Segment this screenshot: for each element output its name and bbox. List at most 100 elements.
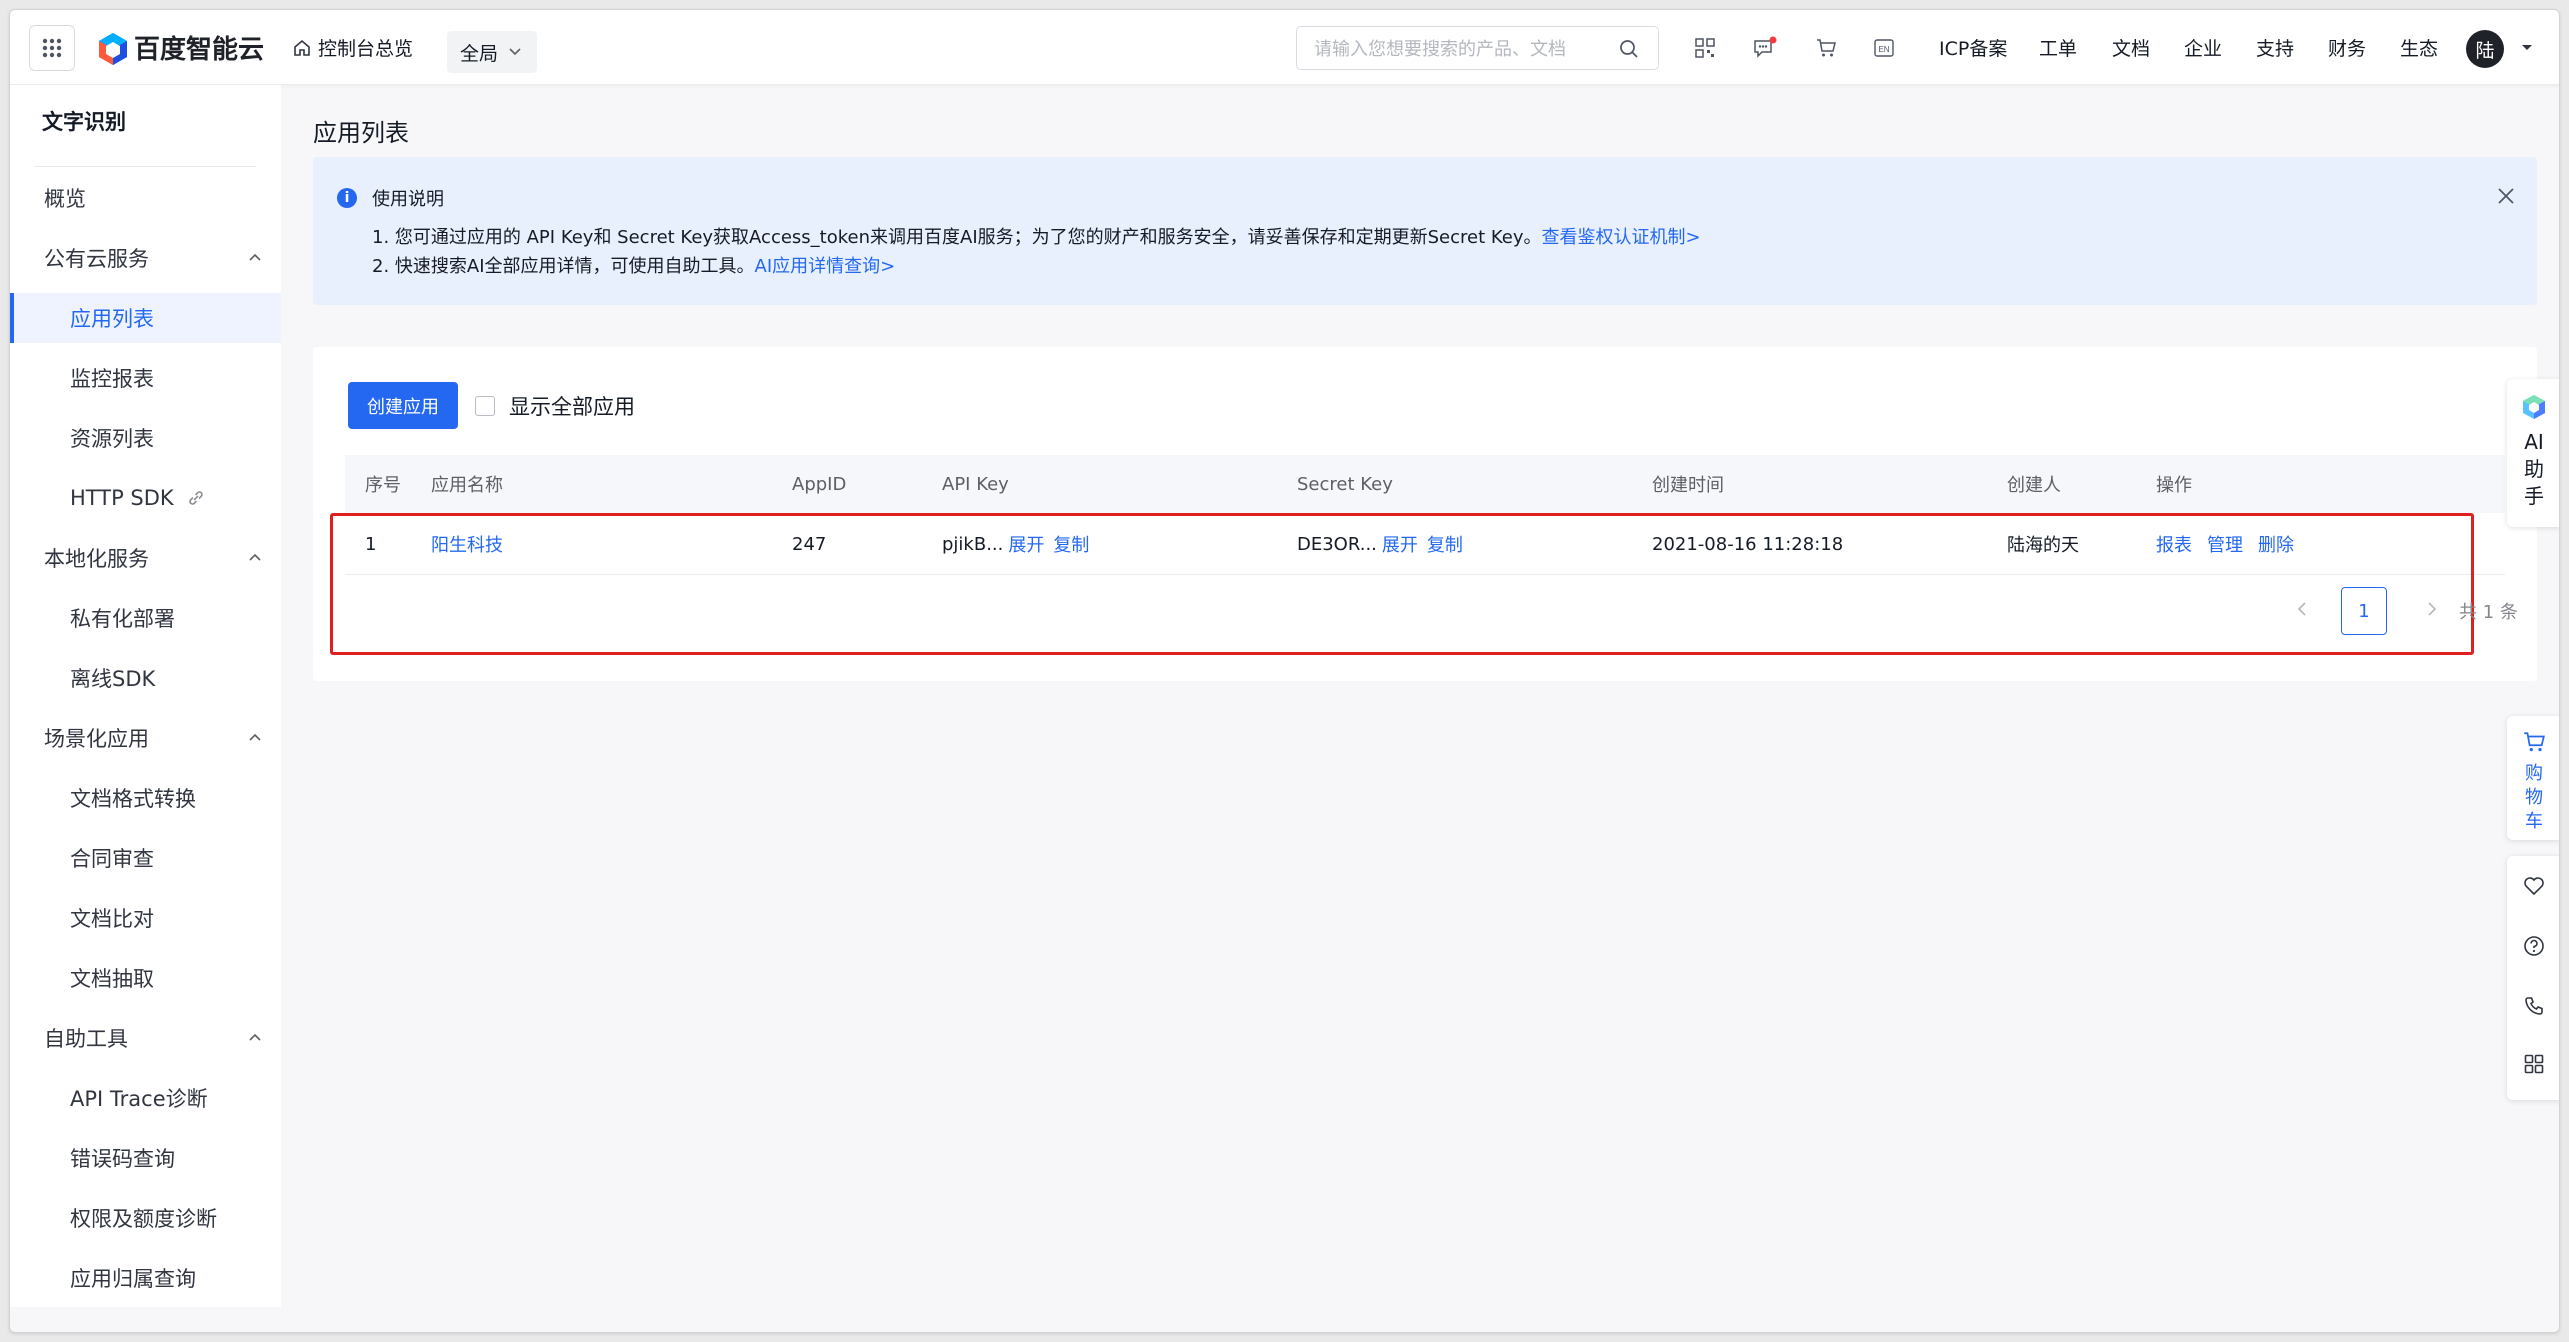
- top-navbar: 百度智能云 控制台总览 全局 请输入您想要搜索的产品、文档 EN ICP备案 工…: [10, 10, 2559, 85]
- sidebar-item-label: 文档抽取: [70, 967, 154, 991]
- sidebar-group-public-cloud[interactable]: 公有云服务: [10, 233, 281, 283]
- sidebar-item-label: 监控报表: [70, 367, 154, 391]
- nav-ecosystem[interactable]: 生态: [2400, 10, 2438, 85]
- apps-menu-button[interactable]: [29, 25, 75, 71]
- col-index: 序号: [365, 475, 401, 496]
- col-app-name: 应用名称: [431, 475, 503, 496]
- sidebar-title: 文字识别: [42, 110, 126, 134]
- sidebar-item-doc-compare[interactable]: 文档比对: [10, 893, 281, 943]
- sidebar-item-private-deploy[interactable]: 私有化部署: [10, 593, 281, 643]
- cart-float-button[interactable]: 购物车: [2507, 716, 2559, 840]
- chevron-up-icon: [249, 1033, 261, 1041]
- notice-title: 使用说明: [372, 189, 444, 210]
- checkbox-box[interactable]: [475, 395, 495, 416]
- cell-index: 1: [365, 533, 377, 555]
- sidebar-item-label: 文档格式转换: [70, 787, 196, 811]
- nav-icp[interactable]: ICP备案: [1939, 10, 2007, 85]
- chevron-up-icon: [249, 553, 261, 561]
- chevron-right-icon[interactable]: [2421, 599, 2441, 619]
- col-creator: 创建人: [2007, 475, 2061, 496]
- show-all-apps-checkbox[interactable]: 显示全部应用: [475, 382, 635, 429]
- cell-actions: 报表 管理 删除: [2156, 513, 2294, 575]
- app-name-link[interactable]: 阳生科技: [431, 531, 503, 557]
- sidebar-item-doc-convert[interactable]: 文档格式转换: [10, 773, 281, 823]
- search-placeholder: 请输入您想要搜索的产品、文档: [1314, 39, 1566, 60]
- app-detail-query-link[interactable]: AI应用详情查询>: [755, 256, 896, 277]
- manage-link[interactable]: 管理: [2207, 531, 2243, 557]
- delete-link[interactable]: 删除: [2258, 531, 2294, 557]
- sidebar-item-api-trace[interactable]: API Trace诊断: [10, 1073, 281, 1123]
- scope-select[interactable]: 全局: [447, 31, 537, 73]
- col-created: 创建时间: [1652, 475, 1724, 496]
- scope-select-value: 全局: [460, 42, 499, 65]
- api-key-value: pjikB...: [942, 533, 1004, 555]
- grid-icon: [42, 38, 62, 58]
- console-overview-label: 控制台总览: [318, 38, 414, 60]
- cell-created: 2021-08-16 11:28:18: [1652, 533, 1844, 555]
- pagination: 1 共 1 条: [313, 587, 2537, 637]
- brand-name[interactable]: 百度智能云: [134, 10, 264, 85]
- api-key-expand-link[interactable]: 展开: [1008, 531, 1044, 557]
- api-key-copy-link[interactable]: 复制: [1053, 531, 1089, 557]
- close-icon[interactable]: [2495, 185, 2517, 207]
- page-1-button[interactable]: 1: [2341, 587, 2387, 635]
- chevron-down-icon[interactable]: [2519, 39, 2535, 55]
- sidebar-item-contract-review[interactable]: 合同审查: [10, 833, 281, 883]
- sidebar-item-label: 离线SDK: [70, 667, 156, 691]
- chevron-up-icon: [249, 733, 261, 741]
- sidebar-item-offline-sdk[interactable]: 离线SDK: [10, 653, 281, 703]
- sidebar-item-app-list[interactable]: 应用列表: [10, 293, 281, 343]
- ai-assistant-icon: [2523, 395, 2545, 419]
- sidebar-group-self-service[interactable]: 自助工具: [10, 1013, 281, 1063]
- secret-key-value: DE3OR...: [1297, 533, 1377, 555]
- sidebar-item-label: 概览: [44, 187, 86, 211]
- cell-appid: 247: [792, 533, 827, 555]
- language-icon[interactable]: EN: [1870, 34, 1898, 62]
- nav-docs[interactable]: 文档: [2112, 10, 2150, 85]
- col-api-key: API Key: [942, 473, 1009, 495]
- col-appid: AppID: [792, 473, 847, 495]
- ai-assistant-button[interactable]: AI助手: [2507, 379, 2559, 527]
- sidebar-item-doc-extract[interactable]: 文档抽取: [10, 953, 281, 1003]
- cart-icon[interactable]: [1812, 34, 1840, 62]
- secret-key-expand-link[interactable]: 展开: [1382, 531, 1418, 557]
- help-icon[interactable]: [2520, 932, 2548, 960]
- chevron-up-icon: [249, 253, 261, 261]
- chevron-left-icon[interactable]: [2293, 599, 2313, 619]
- app-list-card: 创建应用 显示全部应用 序号 应用名称 AppID API Key Secret…: [313, 347, 2537, 681]
- nav-finance[interactable]: 财务: [2328, 10, 2366, 85]
- sidebar-item-overview[interactable]: 概览: [10, 173, 281, 223]
- user-avatar[interactable]: 陆: [2466, 30, 2504, 68]
- favorite-icon[interactable]: [2520, 872, 2548, 900]
- sidebar-item-monitor-report[interactable]: 监控报表: [10, 353, 281, 403]
- sidebar-item-label: 自助工具: [44, 1027, 128, 1051]
- message-icon[interactable]: [1751, 34, 1779, 62]
- sidebar-item-app-owner[interactable]: 应用归属查询: [10, 1253, 281, 1303]
- sidebar-item-label: 错误码查询: [70, 1147, 175, 1171]
- sidebar-item-quota-diagnose[interactable]: 权限及额度诊断: [10, 1193, 281, 1243]
- sidebar-group-scenario-apps[interactable]: 场景化应用: [10, 713, 281, 763]
- sidebar-item-error-code[interactable]: 错误码查询: [10, 1133, 281, 1183]
- search-icon[interactable]: [1618, 38, 1640, 60]
- create-app-button[interactable]: 创建应用: [348, 382, 458, 429]
- search-input[interactable]: 请输入您想要搜索的产品、文档: [1296, 26, 1659, 70]
- nav-support[interactable]: 支持: [2256, 10, 2294, 85]
- total-count: 共 1 条: [2459, 602, 2518, 623]
- notice-line-1-text: 1. 您可通过应用的 API Key和 Secret Key获取Access_t…: [372, 227, 1542, 248]
- apps-grid-icon[interactable]: [2520, 1050, 2548, 1078]
- phone-icon[interactable]: [2520, 992, 2548, 1020]
- secret-key-copy-link[interactable]: 复制: [1427, 531, 1463, 557]
- main-content: 应用列表 i 使用说明 1. 您可通过应用的 API Key和 Secret K…: [281, 85, 2559, 1332]
- auth-mechanism-link[interactable]: 查看鉴权认证机制>: [1542, 227, 1701, 248]
- sidebar-item-label: 合同审查: [70, 847, 154, 871]
- nav-ticket[interactable]: 工单: [2039, 10, 2077, 85]
- qrcode-icon[interactable]: [1691, 34, 1719, 62]
- sidebar-item-label: 公有云服务: [44, 247, 149, 271]
- console-overview-link[interactable]: 控制台总览: [292, 10, 413, 85]
- sidebar-item-http-sdk[interactable]: HTTP SDK: [10, 473, 281, 523]
- sidebar-group-local-service[interactable]: 本地化服务: [10, 533, 281, 583]
- report-link[interactable]: 报表: [2156, 531, 2192, 557]
- sidebar-item-resource-list[interactable]: 资源列表: [10, 413, 281, 463]
- nav-enterprise[interactable]: 企业: [2184, 10, 2222, 85]
- cart-icon: [2524, 732, 2545, 752]
